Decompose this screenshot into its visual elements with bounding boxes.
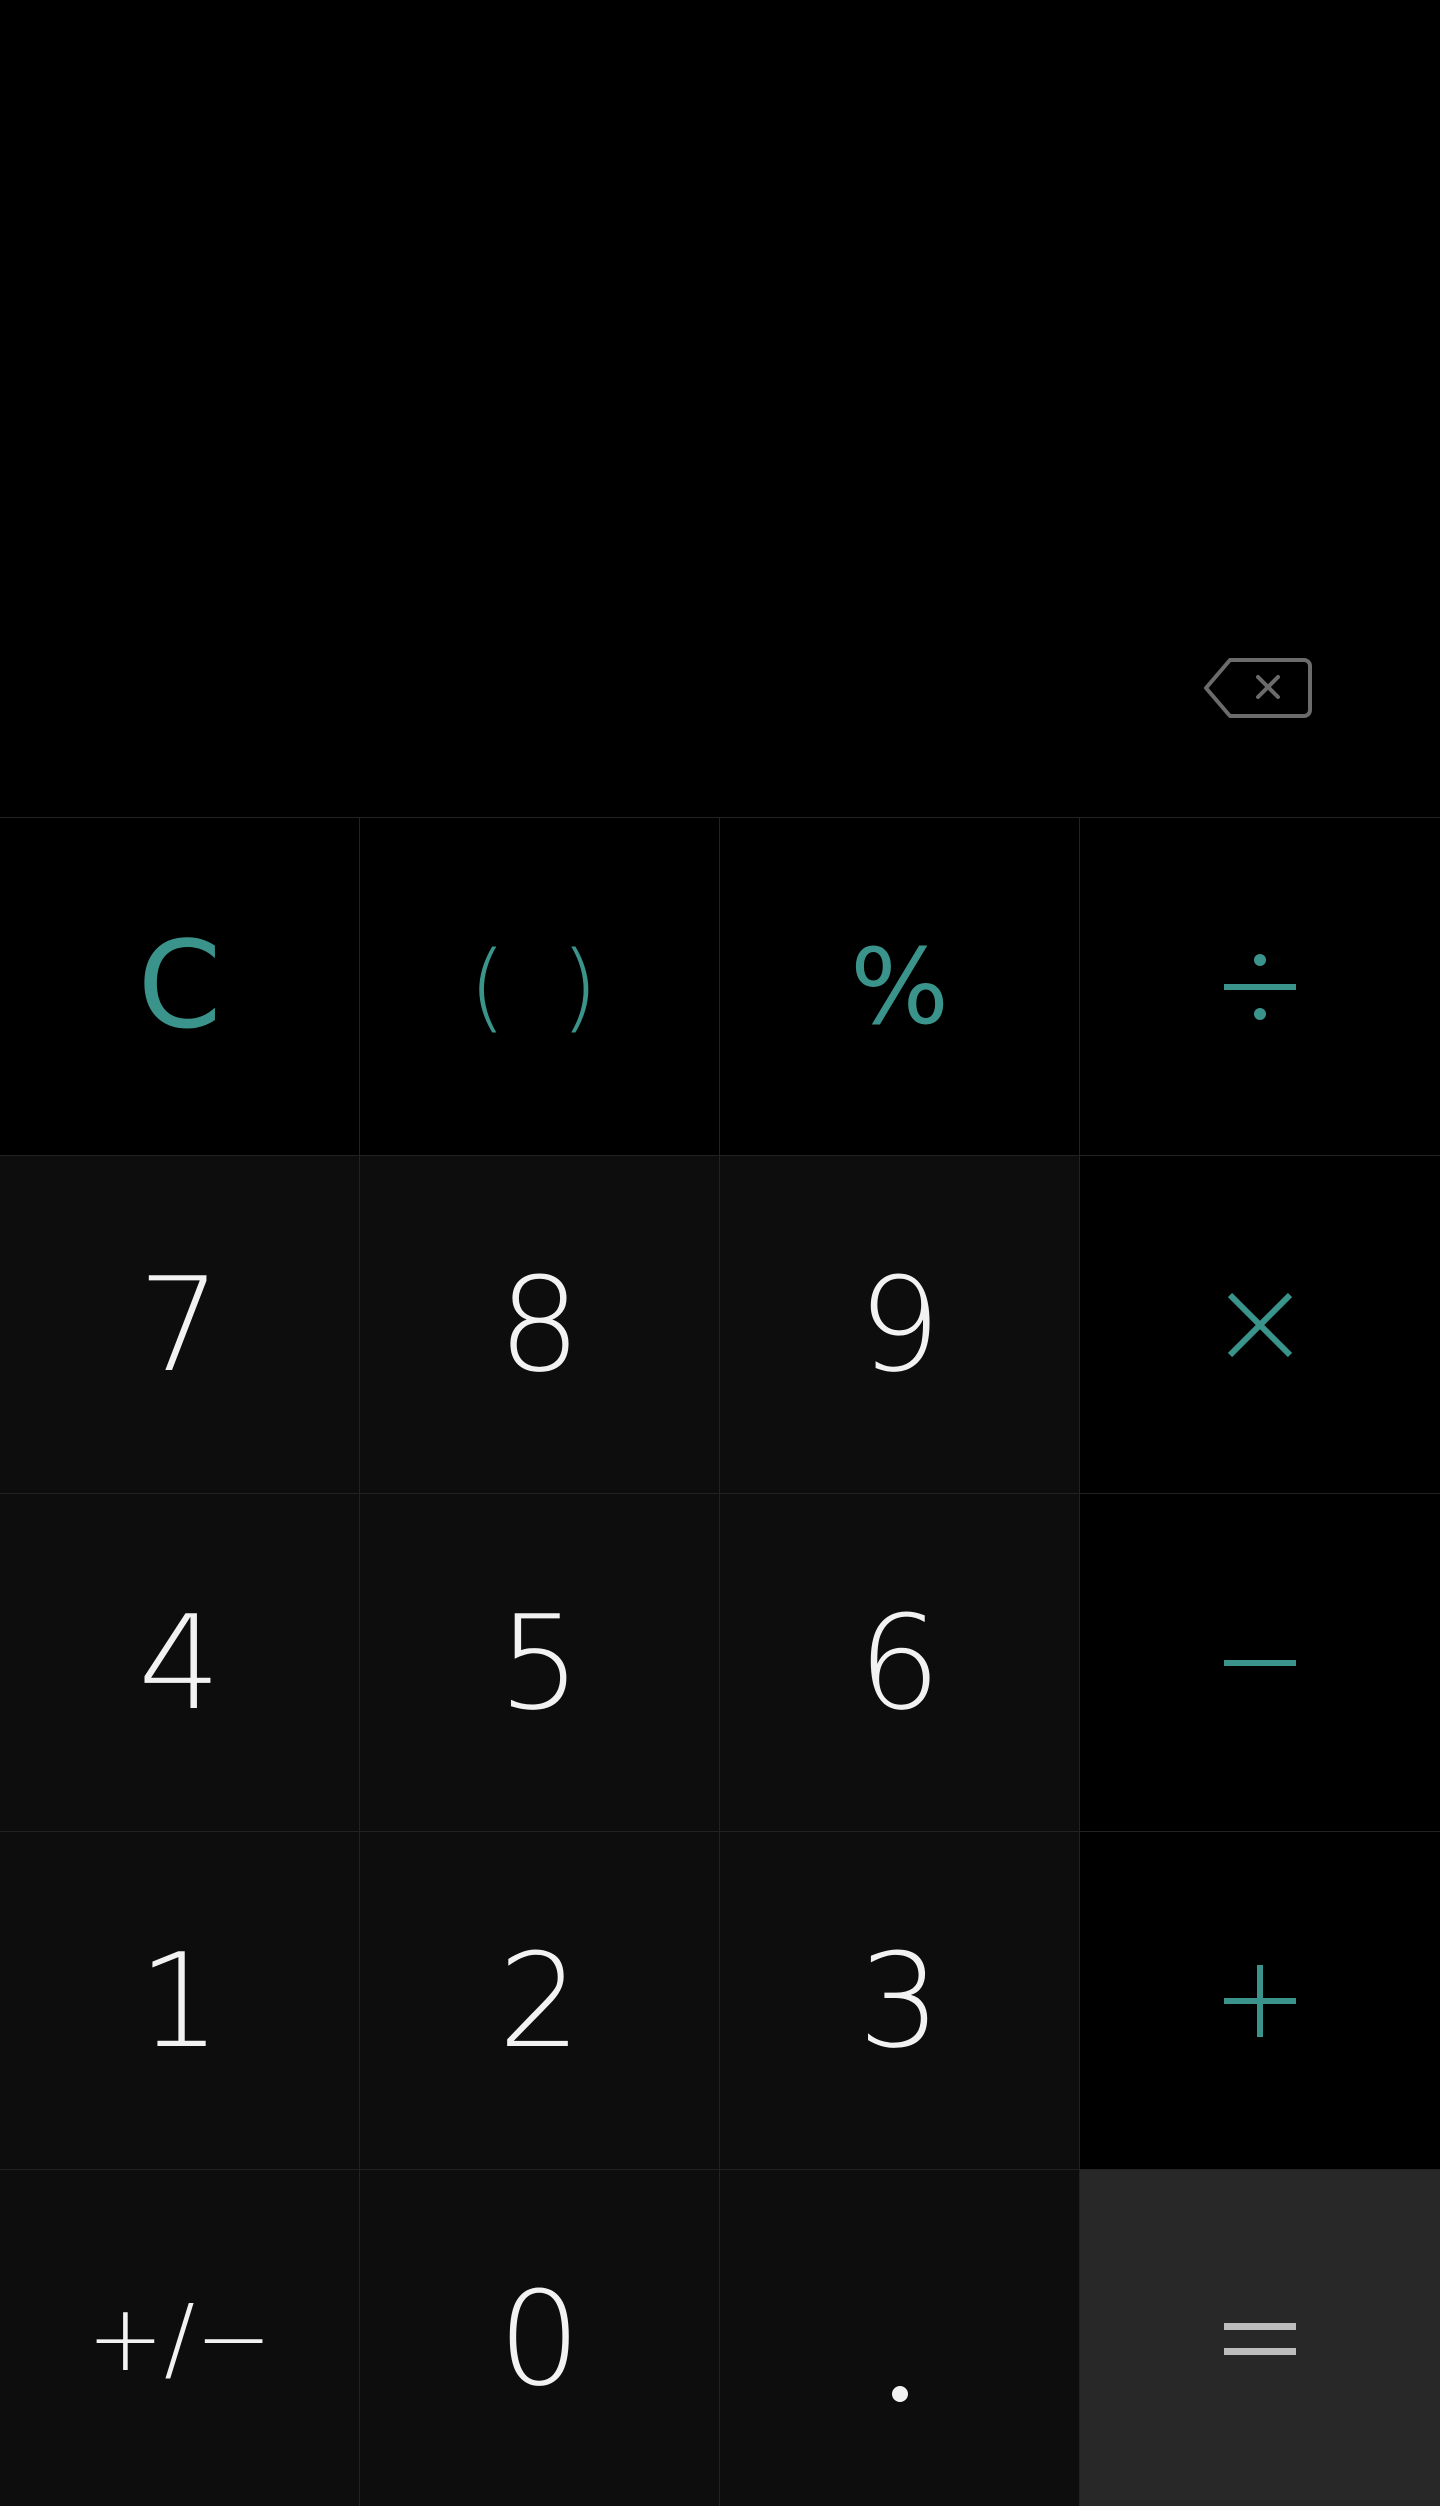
divide-button[interactable]	[1080, 818, 1440, 1156]
decimal-point-icon	[891, 2385, 908, 2402]
digit-5-button[interactable]: 5	[360, 1494, 720, 1832]
clear-button[interactable]: C	[0, 818, 360, 1156]
divide-icon	[1220, 947, 1300, 1027]
multiply-button[interactable]	[1080, 1156, 1440, 1494]
digit-2-button[interactable]: 2	[360, 1832, 720, 2170]
percent-button[interactable]: %	[720, 818, 1080, 1156]
digit-1-button[interactable]: 1	[0, 1832, 360, 2170]
digit-9-button[interactable]: 9	[720, 1156, 1080, 1494]
equals-icon	[1220, 2309, 1300, 2369]
minus-icon	[1220, 1653, 1300, 1673]
digit-4-button[interactable]: 4	[0, 1494, 360, 1832]
digit-3-button[interactable]: 3	[720, 1832, 1080, 2170]
backspace-icon	[1204, 658, 1312, 718]
multiply-icon	[1220, 1285, 1300, 1365]
keypad: C ( ) % 7 8 9 4 5 6 1 2 3 +/− 0	[0, 817, 1440, 2506]
digit-6-button[interactable]: 6	[720, 1494, 1080, 1832]
parentheses-button[interactable]: ( )	[360, 818, 720, 1156]
subtract-button[interactable]	[1080, 1494, 1440, 1832]
calculator-app: C ( ) % 7 8 9 4 5 6 1 2 3 +/− 0	[0, 0, 1440, 2506]
plus-icon	[1220, 1961, 1300, 2041]
add-button[interactable]	[1080, 1832, 1440, 2170]
result-display	[0, 0, 1440, 817]
decimal-button[interactable]	[720, 2170, 1080, 2506]
digit-0-button[interactable]: 0	[360, 2170, 720, 2506]
plus-minus-button[interactable]: +/−	[0, 2170, 360, 2506]
equals-button[interactable]	[1080, 2170, 1440, 2506]
backspace-button[interactable]	[1198, 652, 1318, 724]
digit-7-button[interactable]: 7	[0, 1156, 360, 1494]
digit-8-button[interactable]: 8	[360, 1156, 720, 1494]
